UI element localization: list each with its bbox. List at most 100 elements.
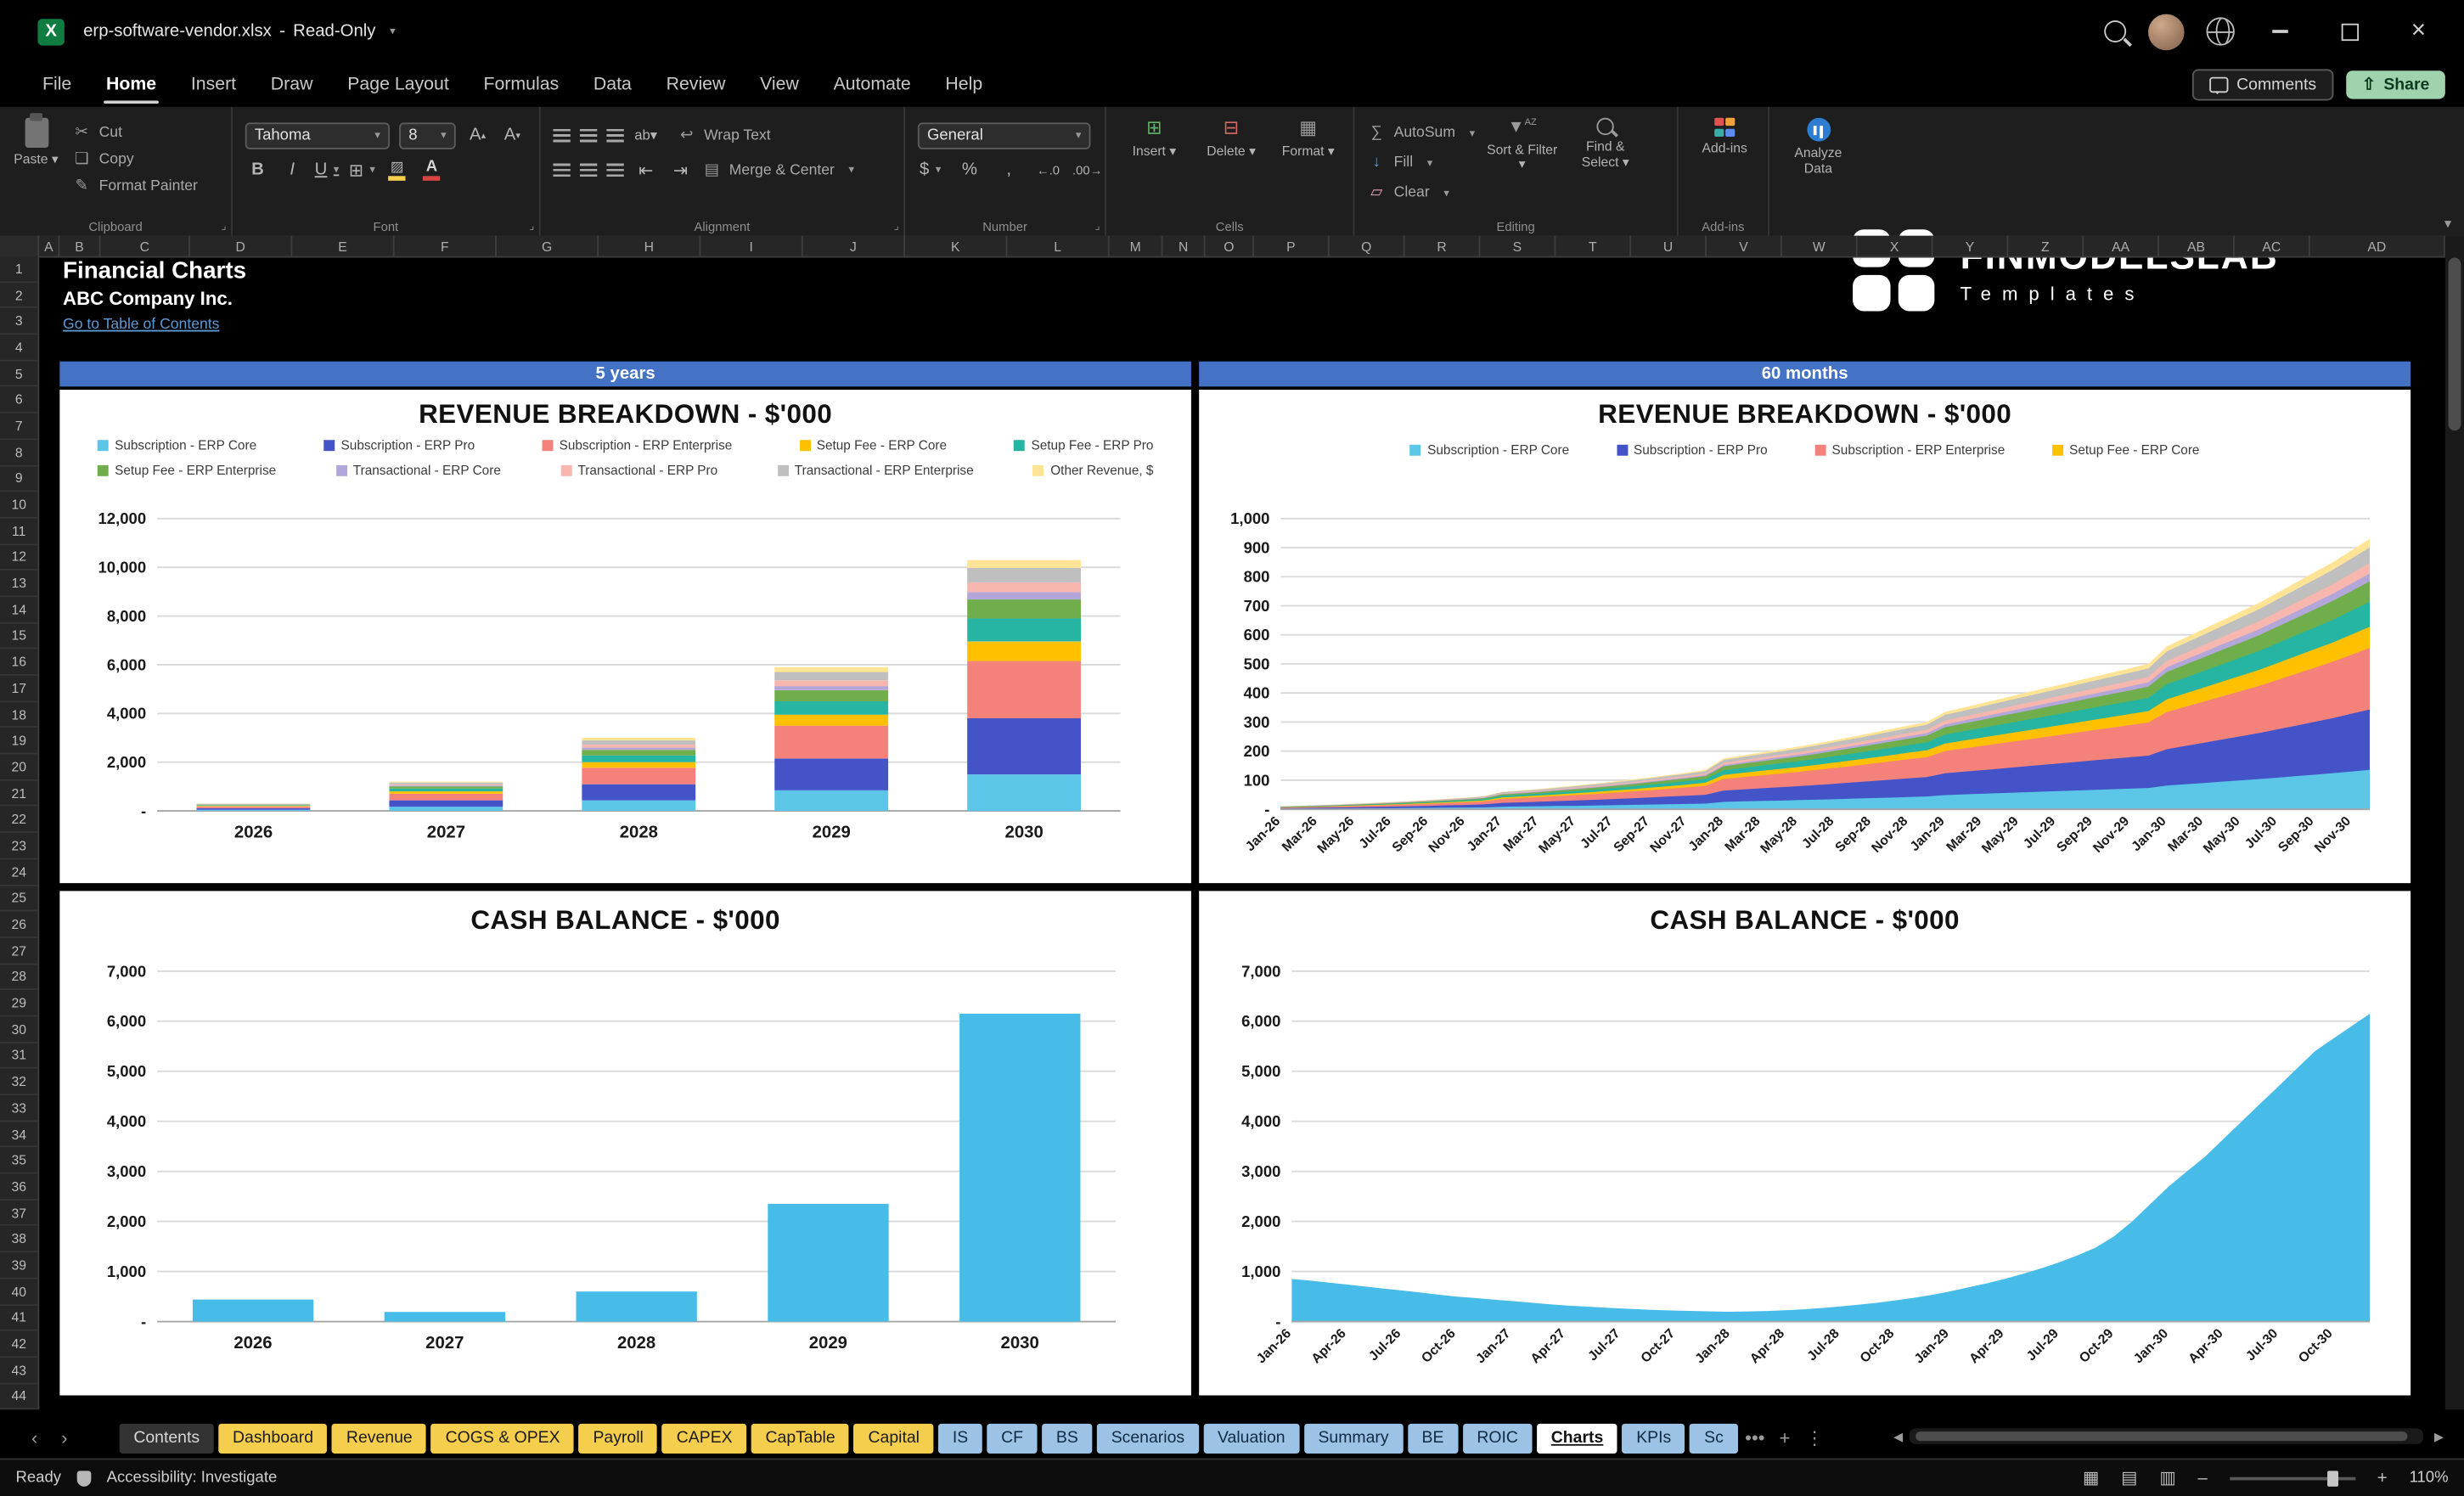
column-header-C[interactable]: C — [100, 235, 190, 256]
column-header-E[interactable]: E — [292, 235, 395, 256]
column-header-B[interactable]: B — [59, 235, 101, 256]
column-header-AB[interactable]: AB — [2159, 235, 2235, 256]
sheet-tab-revenue[interactable]: Revenue — [332, 1422, 427, 1454]
orientation-icon[interactable]: ab▾ — [633, 121, 659, 148]
row-header-42[interactable]: 42 — [0, 1331, 38, 1358]
row-header-14[interactable]: 14 — [0, 597, 38, 624]
account-avatar[interactable] — [2148, 13, 2185, 50]
row-header-6[interactable]: 6 — [0, 387, 38, 413]
autosum-button[interactable]: ∑ AutoSum ▾ — [1367, 121, 1475, 145]
ribbon-tab-help[interactable]: Help — [928, 69, 1000, 100]
globe-icon[interactable] — [2206, 17, 2235, 46]
row-header-32[interactable]: 32 — [0, 1069, 38, 1096]
format-cells-button[interactable]: ▦ Format ▾ — [1273, 116, 1343, 214]
row-header-5[interactable]: 5 — [0, 361, 38, 388]
sheet-tab-roic[interactable]: ROIC — [1462, 1422, 1533, 1454]
sheet-tab-cogs-opex[interactable]: COGS & OPEX — [430, 1422, 575, 1454]
number-format-combo[interactable]: General ▾ — [917, 121, 1091, 149]
row-header-37[interactable]: 37 — [0, 1201, 38, 1227]
sheet-tab-bs[interactable]: BS — [1042, 1422, 1093, 1454]
row-header-39[interactable]: 39 — [0, 1252, 38, 1279]
row-header-33[interactable]: 33 — [0, 1095, 38, 1122]
column-header-J[interactable]: J — [803, 235, 906, 256]
delete-cells-button[interactable]: ⊟ Delete ▾ — [1195, 116, 1266, 214]
row-header-2[interactable]: 2 — [0, 283, 38, 309]
ribbon-tab-data[interactable]: Data — [577, 69, 650, 100]
row-header-41[interactable]: 41 — [0, 1305, 38, 1331]
decrease-font-icon[interactable]: A ▾ — [500, 121, 526, 148]
insert-cells-button[interactable]: ⊞ Insert ▾ — [1119, 116, 1190, 214]
clipboard-dialog-launcher[interactable]: ⌟ — [221, 220, 226, 233]
row-header-7[interactable]: 7 — [0, 413, 38, 440]
column-header-X[interactable]: X — [1858, 235, 1933, 256]
ribbon-tab-review[interactable]: Review — [649, 69, 743, 100]
row-header-4[interactable]: 4 — [0, 335, 38, 362]
middle-align-icon[interactable] — [579, 127, 598, 143]
row-header-1[interactable]: 1 — [0, 256, 38, 283]
zoom-out-icon[interactable]: – — [2198, 1469, 2208, 1488]
row-header-18[interactable]: 18 — [0, 702, 38, 728]
row-header-12[interactable]: 12 — [0, 544, 38, 571]
column-header-Q[interactable]: Q — [1330, 235, 1405, 256]
column-header-L[interactable]: L — [1007, 235, 1110, 256]
row-header-34[interactable]: 34 — [0, 1122, 38, 1148]
collapse-ribbon-icon[interactable]: ▾ — [2444, 216, 2451, 233]
column-header-R[interactable]: R — [1405, 235, 1481, 256]
row-header-29[interactable]: 29 — [0, 990, 38, 1017]
column-header-V[interactable]: V — [1707, 235, 1782, 256]
hscroll-right-icon[interactable]: ▸ — [2427, 1426, 2452, 1448]
column-header-U[interactable]: U — [1631, 235, 1707, 256]
row-header-28[interactable]: 28 — [0, 965, 38, 991]
zoom-slider-thumb[interactable] — [2326, 1470, 2338, 1486]
sheet-tab-be[interactable]: BE — [1407, 1422, 1459, 1454]
sheet-tab-capex[interactable]: CAPEX — [662, 1422, 747, 1454]
alignment-dialog-launcher[interactable]: ⌟ — [894, 220, 899, 233]
ribbon-tab-view[interactable]: View — [743, 69, 816, 100]
accessibility-status[interactable]: Accessibility: Investigate — [107, 1469, 278, 1486]
ribbon-tab-page-layout[interactable]: Page Layout — [330, 69, 466, 100]
horizontal-scrollbar-thumb[interactable] — [1916, 1431, 2408, 1442]
find-select-button[interactable]: Find & Select ▾ — [1569, 117, 1641, 214]
font-color-icon[interactable]: A — [419, 157, 445, 183]
decrease-decimal-icon[interactable]: .00→ — [1072, 156, 1102, 183]
sort-filter-button[interactable]: ▼AZ Sort & Filter ▾ — [1484, 118, 1560, 214]
align-left-icon[interactable] — [553, 162, 571, 177]
addins-button[interactable]: Add-ins — [1690, 117, 1758, 157]
comma-icon[interactable]: , — [996, 156, 1021, 183]
fill-button[interactable]: ↓ Fill ▾ — [1367, 151, 1475, 175]
fill-color-icon[interactable]: ▨ — [385, 157, 410, 183]
column-header-D[interactable]: D — [190, 235, 293, 256]
increase-indent-icon[interactable]: ⇥ — [668, 156, 694, 183]
column-header-AC[interactable]: AC — [2235, 235, 2310, 256]
column-header-Y[interactable]: Y — [1932, 235, 2009, 256]
row-header-8[interactable]: 8 — [0, 440, 38, 466]
zoom-in-icon[interactable]: + — [2377, 1469, 2388, 1488]
row-header-22[interactable]: 22 — [0, 807, 38, 834]
row-header-20[interactable]: 20 — [0, 754, 38, 781]
chart-revenue-breakdown-60m[interactable]: REVENUE BREAKDOWN - $'000 Subscription -… — [1199, 389, 2411, 884]
page-layout-view-icon[interactable]: ▤ — [2121, 1468, 2137, 1488]
wrap-text-button[interactable]: ↩ Wrap Text — [678, 123, 771, 147]
ribbon-tab-draw[interactable]: Draw — [253, 69, 329, 100]
row-header-25[interactable]: 25 — [0, 886, 38, 912]
align-right-icon[interactable] — [606, 162, 624, 177]
minimize-button[interactable] — [2257, 11, 2304, 52]
currency-icon[interactable]: $ ▾ — [918, 156, 943, 183]
row-header-23[interactable]: 23 — [0, 833, 38, 860]
ribbon-tab-insert[interactable]: Insert — [173, 69, 253, 100]
row-header-36[interactable]: 36 — [0, 1174, 38, 1201]
page-break-view-icon[interactable]: ▥ — [2159, 1468, 2175, 1488]
column-header-G[interactable]: G — [497, 235, 599, 256]
row-header-40[interactable]: 40 — [0, 1279, 38, 1306]
chart-revenue-breakdown-5y[interactable]: REVENUE BREAKDOWN - $'000 Subscription -… — [59, 389, 1191, 884]
sheet-tab-sc[interactable]: Sc — [1690, 1422, 1738, 1454]
ribbon-tab-home[interactable]: Home — [89, 69, 174, 104]
column-header-F[interactable]: F — [395, 235, 497, 256]
column-header-A[interactable]: A — [39, 235, 60, 256]
sheet-tab-payroll[interactable]: Payroll — [578, 1422, 658, 1454]
tab-overflow-icon[interactable]: ••• — [1742, 1427, 1768, 1449]
close-button[interactable]: × — [2395, 11, 2443, 52]
italic-button[interactable]: I — [279, 156, 305, 183]
column-header-AA[interactable]: AA — [2084, 235, 2159, 256]
row-header-35[interactable]: 35 — [0, 1148, 38, 1174]
